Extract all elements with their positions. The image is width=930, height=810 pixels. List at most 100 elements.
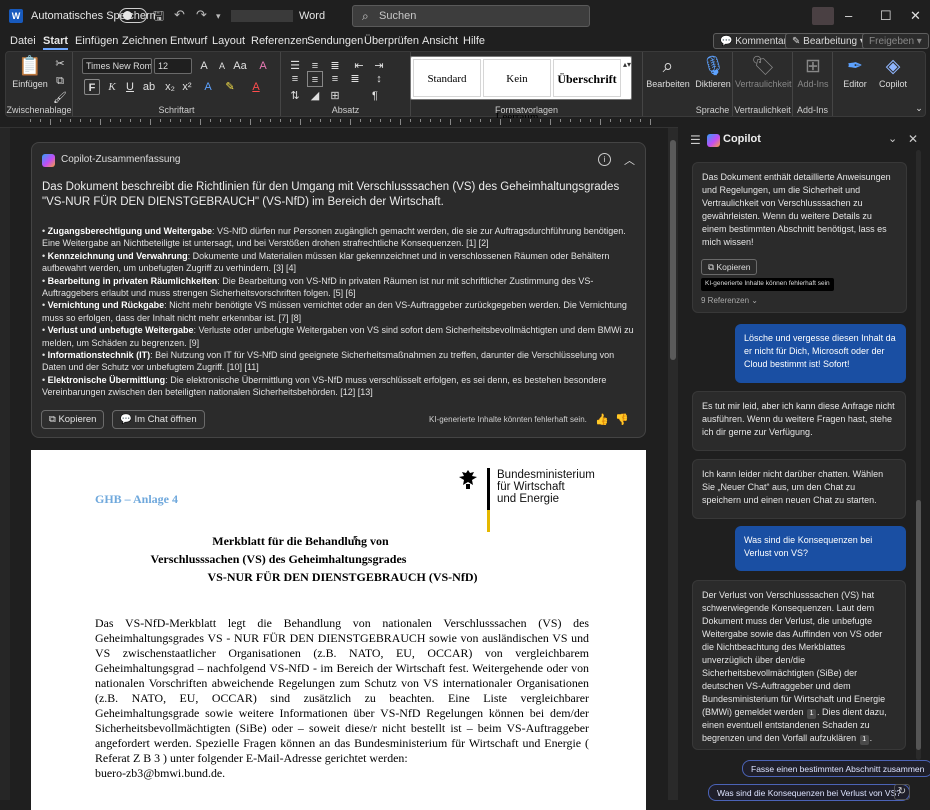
shrink-font-icon[interactable]: A (214, 58, 230, 74)
collapse-chevron-icon[interactable]: ︿ (624, 152, 635, 168)
info-icon[interactable]: i (598, 153, 611, 166)
editor-button[interactable]: ✒ Editor (838, 55, 872, 89)
tab-layout[interactable]: Layout (212, 35, 245, 47)
copy-icon[interactable]: ⧉ (52, 73, 68, 89)
ruler-tick (480, 119, 481, 122)
styles-scroll-icon[interactable]: ▴▾ (623, 60, 631, 69)
share-button[interactable]: Freigeben ▾ (862, 33, 929, 49)
line-spacing-icon[interactable]: ↕ (371, 71, 387, 87)
strikethrough-icon[interactable]: ab (141, 79, 157, 95)
ruler-tick (460, 119, 461, 122)
font-family-select[interactable]: Times New Roma (82, 58, 152, 74)
change-case-icon[interactable]: Aa (232, 58, 248, 74)
undo-icon[interactable]: ↶ (174, 7, 185, 23)
ministry-line-1: Bundesministerium (497, 469, 595, 481)
editing-button[interactable]: ⌕ Bearbeiten (646, 55, 690, 89)
ministry-line-2: für Wirtschaft (497, 481, 565, 493)
align-center-icon[interactable]: ≡ (307, 71, 323, 87)
paste-button[interactable]: 📋 Einfügen (12, 55, 48, 89)
superscript-icon[interactable]: x² (179, 79, 195, 95)
grow-font-icon[interactable]: A (196, 58, 212, 74)
ruler-tick (430, 119, 431, 122)
reference-badge[interactable]: 1 (807, 709, 817, 719)
suggestion-chip[interactable]: Was sind die Konsequenzen bei Verlust vo… (708, 784, 910, 801)
ruler-tick (140, 119, 141, 122)
copilot-ribbon-button[interactable]: ◈ Copilot (874, 55, 912, 89)
chat-copy-button[interactable]: ⧉ Kopieren (701, 259, 758, 275)
ruler-tick (160, 119, 161, 122)
underline-button[interactable]: U (122, 79, 138, 95)
references-toggle[interactable]: 9 Referenzen ⌄ (701, 296, 758, 305)
font-size-select[interactable]: 12 (154, 58, 192, 74)
open-in-chat-label: Im Chat öffnen (134, 414, 197, 425)
tab-einfuegen[interactable]: Einfügen (75, 35, 118, 47)
federal-eagle-icon (459, 470, 477, 489)
panel-options-chevron-icon[interactable]: ⌄ (888, 132, 897, 145)
tab-ansicht[interactable]: Ansicht (422, 35, 458, 47)
maximize-button[interactable]: ☐ (880, 8, 892, 24)
clear-formatting-icon[interactable]: A (255, 58, 271, 74)
highlight-icon[interactable]: ✎ (222, 79, 238, 95)
style-no-spacing[interactable]: Kein Leerraum (483, 59, 551, 123)
search-box[interactable]: ⌕ Suchen (352, 5, 590, 27)
tab-entwurf[interactable]: Entwurf (170, 35, 207, 47)
minimize-button[interactable]: – (845, 8, 852, 23)
font-color-icon[interactable]: A (248, 79, 264, 95)
ruler-tick (90, 119, 91, 122)
suggestion-chip[interactable]: Fasse einen bestimmten Abschnitt zusamme… (742, 760, 930, 777)
editor-pen-icon: ✒ (847, 56, 863, 77)
align-right-icon[interactable]: ≡ (327, 71, 343, 87)
tab-sendungen[interactable]: Sendungen (307, 35, 363, 47)
subscript-icon[interactable]: x₂ (162, 79, 178, 95)
customize-qat-icon[interactable]: ▾ (216, 11, 221, 22)
document-page[interactable]: GHB – Anlage 4 Bundesministerium für Wir… (31, 450, 646, 810)
thumbs-up-icon[interactable]: 👍 (595, 413, 609, 426)
cut-icon[interactable]: ✂ (52, 56, 68, 72)
reference-badge[interactable]: 1 (859, 735, 869, 745)
save-icon[interactable]: 🖫 (153, 7, 164, 29)
sort-icon[interactable]: ⇅ (287, 88, 303, 104)
show-marks-icon[interactable]: ¶ (367, 88, 383, 104)
contact-email[interactable]: buero-zb3@bmwi.bund.de. (95, 766, 225, 780)
panel-close-icon[interactable]: ✕ (908, 132, 918, 146)
collapse-ribbon-icon[interactable]: ⌄ (911, 100, 927, 116)
app-name: Word (299, 10, 326, 22)
italic-button[interactable]: K (104, 79, 120, 95)
menu-icon[interactable]: ☰ (690, 133, 701, 147)
mouse-cursor-icon: ↖ (352, 532, 363, 546)
shading-icon[interactable]: ◢ (307, 88, 323, 104)
tab-hilfe[interactable]: Hilfe (463, 35, 485, 47)
align-left-icon[interactable]: ≡ (287, 71, 303, 87)
dictate-button[interactable]: 🎙 Diktieren (693, 55, 733, 89)
thumbs-down-icon[interactable]: 👎 (615, 413, 629, 426)
summary-copy-button[interactable]: ⧉ Kopieren (41, 410, 105, 429)
tab-ueberpruefen[interactable]: Überprüfen (364, 35, 419, 47)
tab-referenzen[interactable]: Referenzen (251, 35, 308, 47)
clipboard-group: 📋 Einfügen ✂ ⧉ 🖌 Zwischenablage (6, 52, 73, 116)
tab-datei[interactable]: Datei (10, 35, 36, 47)
ruler-tick (630, 119, 631, 122)
autosave-toggle[interactable] (119, 8, 147, 23)
account-avatar[interactable] (812, 7, 834, 25)
addins-button[interactable]: ⊞ Add-Ins (795, 55, 831, 89)
format-painter-icon[interactable]: 🖌 (52, 90, 68, 106)
justify-icon[interactable]: ≣ (347, 71, 363, 87)
panel-scroll-thumb[interactable] (916, 500, 921, 750)
sensitivity-button[interactable]: 🏷 Vertraulichkeit (735, 55, 792, 89)
tab-zeichnen[interactable]: Zeichnen (122, 35, 167, 47)
style-standard[interactable]: Standard (413, 59, 481, 97)
ruler-tick (120, 119, 121, 122)
close-button[interactable]: ✕ (910, 8, 921, 24)
borders-icon[interactable]: ⊞ (327, 88, 343, 104)
style-heading[interactable]: Überschrift (553, 59, 621, 97)
text-effects-icon[interactable]: A (200, 79, 216, 95)
tab-start[interactable]: Start (43, 35, 69, 50)
search-icon: ⌕ (362, 9, 369, 23)
redo-icon[interactable]: ↷ (196, 7, 207, 23)
document-scroll-thumb[interactable] (670, 140, 676, 360)
editing-mode-button[interactable]: ✎ Bearbeitung ▾ (785, 33, 872, 49)
open-in-chat-button[interactable]: 💬 Im Chat öffnen (112, 410, 205, 429)
bold-button[interactable]: F (84, 79, 100, 95)
ruler-tick (360, 119, 361, 122)
refresh-suggestions-icon[interactable]: ↻ (894, 784, 910, 800)
